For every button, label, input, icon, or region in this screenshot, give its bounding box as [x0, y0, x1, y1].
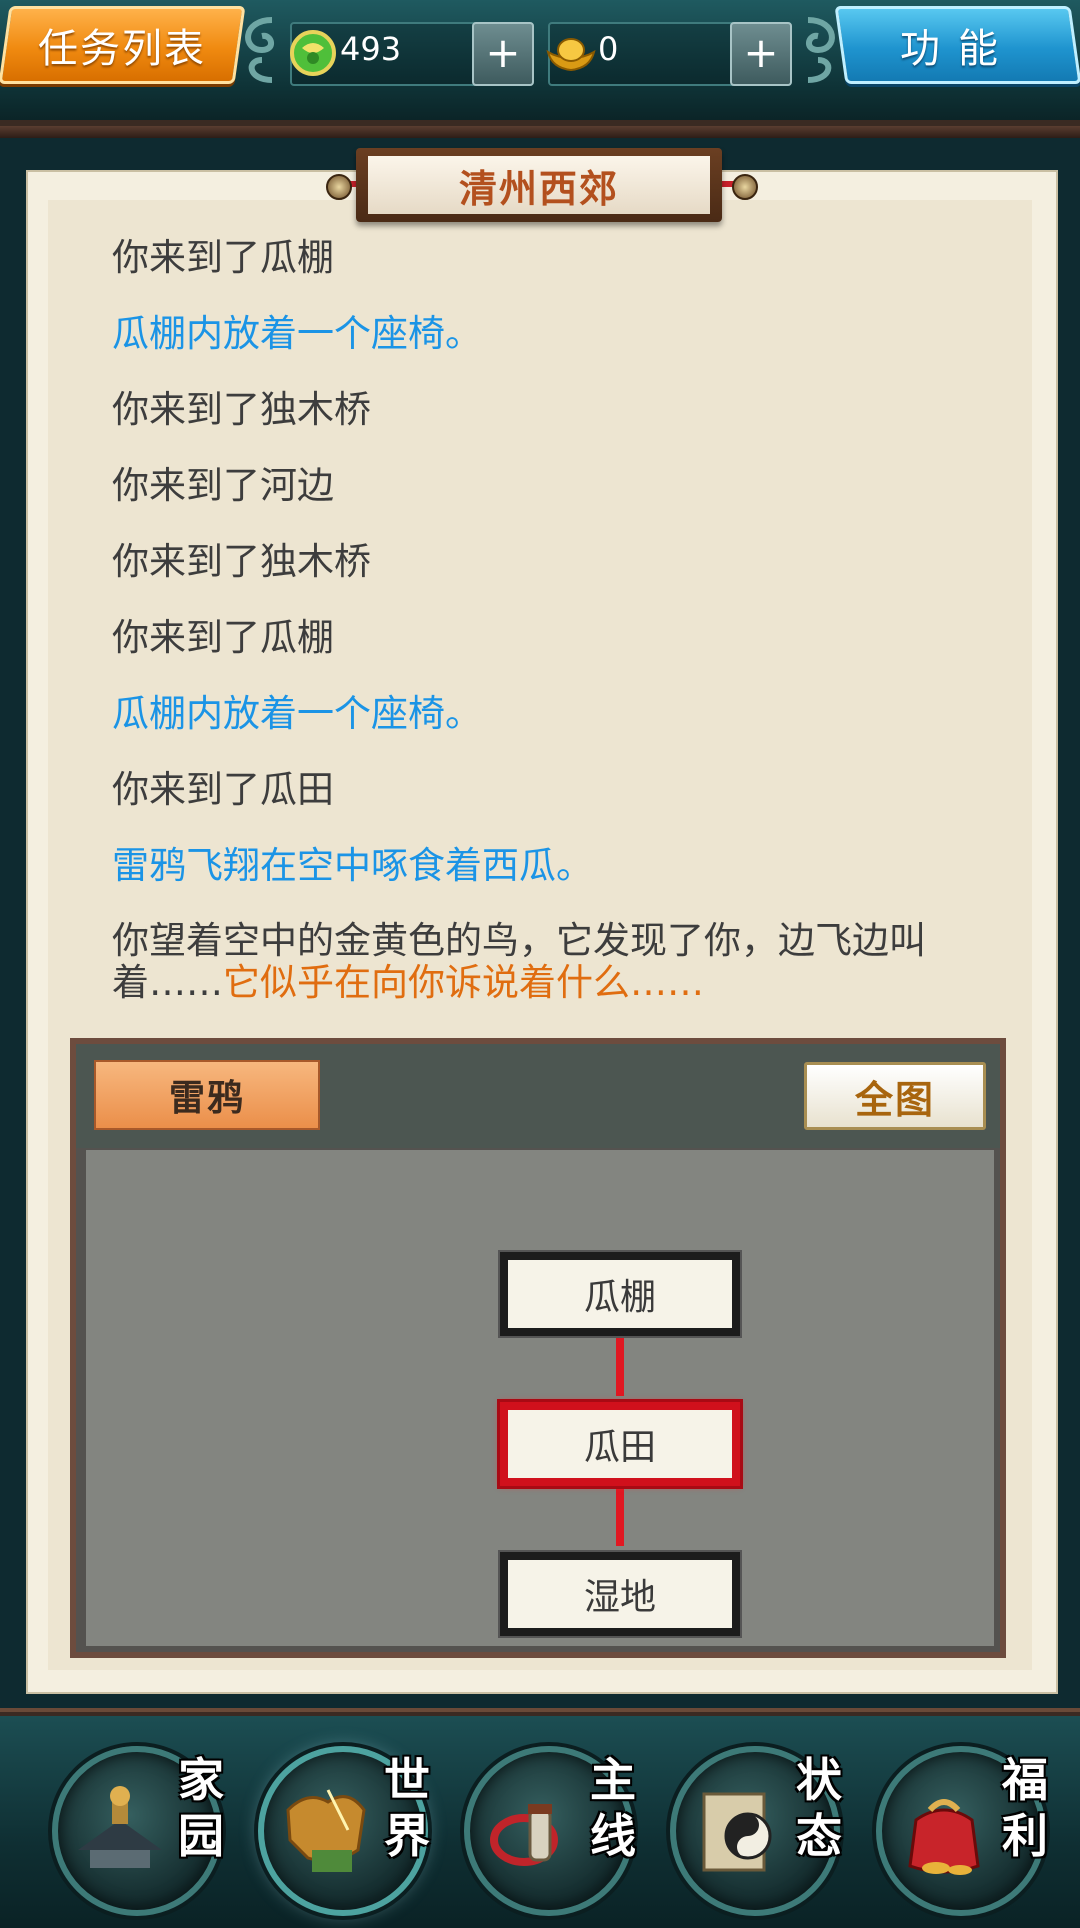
log-line: 你来到了独木桥 [112, 540, 371, 583]
map-node-label: 瓜田 [583, 1427, 656, 1468]
status-icon [702, 1792, 772, 1872]
function-label: 功能 [900, 26, 1016, 72]
nav-label: 园 [178, 1809, 224, 1863]
area-map: 雷鸦 全图 瓜棚 瓜田 湿地 [70, 1038, 1006, 1658]
map-body: 瓜棚 瓜田 湿地 [86, 1150, 994, 1646]
nav-label: 状 [796, 1753, 842, 1807]
jade-currency: 493 + [290, 22, 534, 86]
map-node-label: 瓜棚 [583, 1277, 656, 1318]
map-connector [616, 1486, 624, 1546]
log-line: 瓜棚内放着一个座椅。 [112, 312, 482, 355]
nav-label: 利 [1002, 1809, 1048, 1863]
map-node-current[interactable]: 瓜田 [500, 1402, 740, 1486]
scroll-ornament-icon [245, 17, 274, 83]
gold-currency: 0 + [546, 22, 792, 86]
target-tab[interactable]: 雷鸦 [94, 1060, 320, 1130]
jade-coin-icon [286, 28, 340, 78]
top-bar: 任务列表 493 + 0 + 功能 [0, 0, 1080, 138]
log-line: 你来到了瓜田 [112, 768, 334, 811]
location-title: 清州西郊 [458, 166, 619, 211]
target-label: 雷鸦 [168, 1078, 245, 1119]
nav-label: 界 [384, 1809, 430, 1863]
map-connector [616, 1338, 624, 1396]
task-list-button[interactable]: 任务列表 [0, 6, 246, 84]
home-icon [78, 1786, 162, 1868]
nav-label: 福 [1002, 1753, 1048, 1807]
nav-label: 世 [384, 1753, 430, 1807]
log-line: 雷鸦飞翔在空中啄食着西瓜。 [112, 844, 593, 887]
log-last-highlight: 它似乎在向你诉说着什么…… [223, 961, 704, 1004]
nav-label: 线 [590, 1809, 636, 1863]
full-map-label: 全图 [854, 1077, 935, 1122]
world-icon [286, 1789, 366, 1872]
log-line: 瓜棚内放着一个座椅。 [112, 692, 482, 735]
nav-world-button[interactable]: 世 界 [258, 1746, 430, 1916]
map-node-label: 湿地 [583, 1577, 656, 1618]
log-line: 你来到了独木桥 [112, 388, 371, 431]
map-node[interactable]: 湿地 [500, 1552, 740, 1636]
full-map-button[interactable]: 全图 [804, 1062, 986, 1130]
add-jade-button[interactable]: + [472, 22, 534, 86]
main-quest-icon [490, 1804, 558, 1866]
gold-ingot-icon [544, 28, 598, 78]
log-line-last: 你望着空中的金黄色的鸟，它发现了你，边飞边叫着……它似乎在向你诉说着什么…… [112, 920, 952, 1004]
function-button[interactable]: 功能 [834, 6, 1080, 84]
jade-amount: 493 [340, 30, 402, 68]
log-line: 你来到了河边 [112, 464, 334, 507]
nav-status-button[interactable]: 状 态 [670, 1746, 842, 1916]
location-title-plaque: 清州西郊 [356, 148, 722, 222]
nav-main-quest-button[interactable]: 主 线 [464, 1746, 636, 1916]
plaque-knob-left [326, 174, 352, 200]
map-node[interactable]: 瓜棚 [500, 1252, 740, 1336]
welfare-icon [908, 1799, 980, 1875]
nav-home-button[interactable]: 家 园 [52, 1746, 224, 1916]
bottom-nav: 家 园 世 界 主 线 状 态 福 利 [0, 1708, 1080, 1928]
log-line: 你来到了瓜棚 [112, 616, 334, 659]
add-gold-button[interactable]: + [730, 22, 792, 86]
nav-label: 态 [796, 1809, 842, 1863]
event-log: 你来到了瓜棚 瓜棚内放着一个座椅。 你来到了独木桥 你来到了河边 你来到了独木桥… [112, 236, 952, 1004]
plaque-knob-right [732, 174, 758, 200]
gold-amount: 0 [598, 30, 619, 68]
log-line: 你来到了瓜棚 [112, 236, 334, 279]
nav-welfare-button[interactable]: 福 利 [876, 1746, 1048, 1916]
map-header: 雷鸦 全图 [76, 1044, 1000, 1148]
nav-label: 家 [178, 1753, 224, 1807]
nav-label: 主 [590, 1753, 636, 1807]
task-list-label: 任务列表 [38, 26, 206, 72]
